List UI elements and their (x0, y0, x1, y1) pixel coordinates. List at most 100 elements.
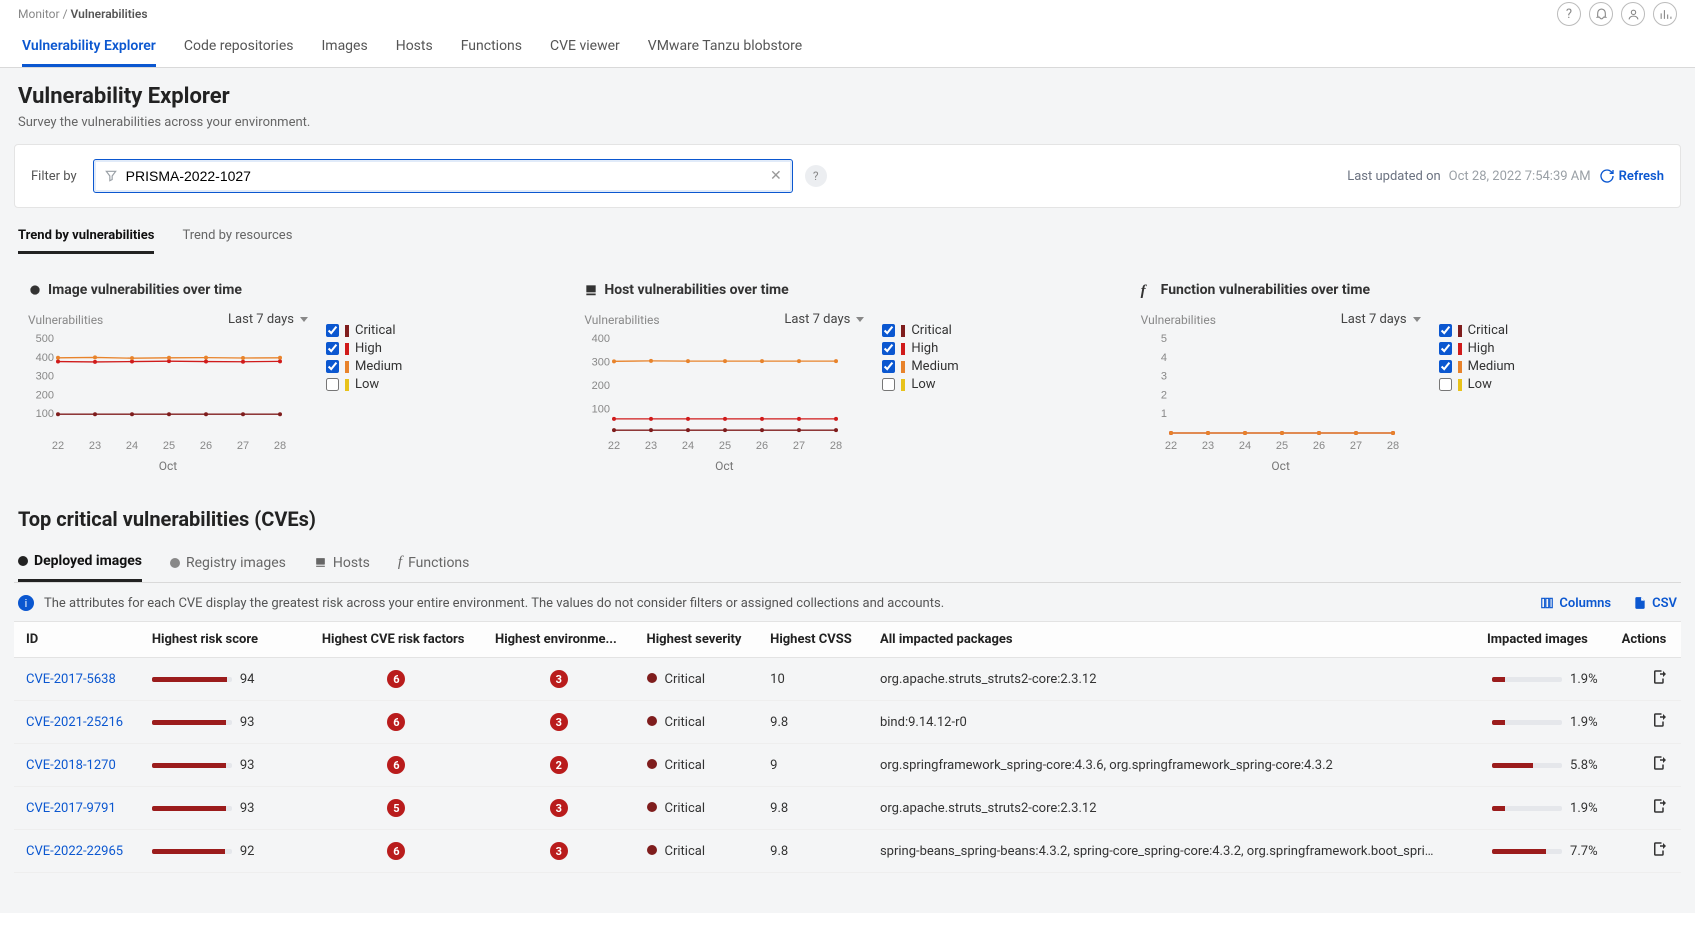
filter-box[interactable]: ✕ (93, 159, 793, 193)
row-actions[interactable] (1651, 718, 1669, 733)
filter-label: Filter by (31, 169, 77, 184)
legend-high[interactable] (882, 342, 895, 355)
refresh-icon (1599, 168, 1615, 184)
row-actions[interactable] (1651, 804, 1669, 819)
cve-link[interactable]: CVE-2021-25216 (26, 715, 123, 730)
svg-text:26: 26 (756, 440, 768, 452)
tab-hosts[interactable]: Hosts (396, 38, 433, 67)
refresh-button[interactable]: Refresh (1599, 168, 1664, 184)
svg-text:22: 22 (1165, 440, 1177, 452)
svg-text:25: 25 (163, 440, 175, 452)
svg-text:27: 27 (237, 440, 249, 452)
tab-vuln-explorer[interactable]: Vulnerability Explorer (22, 38, 156, 67)
severity: Critical (665, 844, 705, 859)
filter-help-icon[interactable]: ? (805, 165, 827, 187)
col-header[interactable]: Highest risk score (140, 622, 310, 658)
tab-registry-images[interactable]: Registry images (170, 547, 286, 582)
cve-risk-factor: 5 (387, 799, 405, 817)
analytics-icon[interactable] (1653, 2, 1677, 26)
env-risk-factor: 3 (550, 713, 568, 731)
tab-images[interactable]: Images (321, 38, 367, 67)
last-updated: Last updated on Oct 28, 2022 7:54:39 AM … (1347, 168, 1664, 184)
tab-cve-viewer[interactable]: CVE viewer (550, 38, 620, 67)
env-risk-factor: 3 (550, 670, 568, 688)
svg-text:27: 27 (793, 440, 805, 452)
cve-link[interactable]: CVE-2017-9791 (26, 801, 116, 816)
info-icon: i (18, 595, 34, 611)
trend-tabs: Trend by vulnerabilities Trend by resour… (14, 228, 1681, 254)
bell-icon[interactable] (1589, 2, 1613, 26)
col-header[interactable]: ID (14, 622, 140, 658)
tab-trend-res[interactable]: Trend by resources (182, 228, 292, 254)
chart-range-select[interactable]: Last 7 days (228, 312, 308, 327)
breadcrumb-root[interactable]: Monitor (18, 7, 60, 21)
chart-xlabel: Oct (28, 459, 308, 473)
tab-functions[interactable]: Functions (461, 38, 522, 67)
legend-medium[interactable] (882, 360, 895, 373)
col-header[interactable]: Impacted images (1475, 622, 1610, 658)
csv-button[interactable]: CSV (1633, 596, 1677, 611)
help-icon[interactable]: ? (1557, 2, 1581, 26)
chart-xlabel: Oct (1141, 459, 1421, 473)
tab-cve-functions[interactable]: f Functions (398, 547, 469, 582)
csv-icon (1633, 596, 1647, 610)
chart-range-select[interactable]: Last 7 days (784, 312, 864, 327)
row-actions[interactable] (1651, 675, 1669, 690)
legend-low[interactable] (882, 378, 895, 391)
table-row[interactable]: CVE-2018-1270 93 6 2 Critical 9 org.spri… (14, 744, 1681, 787)
cve-link[interactable]: CVE-2017-5638 (26, 672, 116, 687)
chart-range-select[interactable]: Last 7 days (1341, 312, 1421, 327)
severity: Critical (665, 758, 705, 773)
chart-legend: Critical High Medium Low (1439, 312, 1515, 473)
tab-trend-vuln[interactable]: Trend by vulnerabilities (18, 228, 154, 254)
table-row[interactable]: CVE-2017-9791 93 5 3 Critical 9.8 org.ap… (14, 787, 1681, 830)
legend-medium[interactable] (326, 360, 339, 373)
user-icon[interactable] (1621, 2, 1645, 26)
svg-text:24: 24 (682, 440, 694, 452)
svg-text:25: 25 (1276, 440, 1288, 452)
legend-critical[interactable] (326, 324, 339, 337)
image-icon (18, 556, 28, 566)
table-row[interactable]: CVE-2021-25216 93 6 3 Critical 9.8 bind:… (14, 701, 1681, 744)
svg-text:3: 3 (1161, 371, 1167, 383)
legend-high[interactable] (1439, 342, 1452, 355)
col-header[interactable]: Highest CVE risk factors (310, 622, 483, 658)
legend-critical[interactable] (1439, 324, 1452, 337)
col-header[interactable]: Highest severity (635, 622, 759, 658)
columns-button[interactable]: Columns (1540, 596, 1611, 611)
tab-cve-hosts[interactable]: Hosts (314, 547, 370, 582)
tab-deployed-images[interactable]: Deployed images (18, 547, 142, 582)
tab-tanzu[interactable]: VMware Tanzu blobstore (648, 38, 802, 67)
col-header[interactable]: Highest environme... (483, 622, 635, 658)
svg-text:200: 200 (592, 380, 610, 392)
legend-medium[interactable] (1439, 360, 1452, 373)
filter-input[interactable] (126, 168, 762, 184)
severity: Critical (665, 672, 705, 687)
svg-text:28: 28 (274, 440, 286, 452)
col-header[interactable]: All impacted packages (868, 622, 1475, 658)
chart-legend: Critical High Medium Low (326, 312, 402, 473)
col-header[interactable]: Highest CVSS (758, 622, 868, 658)
severity-dot (647, 845, 657, 855)
legend-low[interactable] (326, 378, 339, 391)
row-actions[interactable] (1651, 761, 1669, 776)
col-header[interactable]: Actions (1610, 622, 1681, 658)
chart-title: Function vulnerabilities over time (1161, 282, 1370, 298)
chart-ylabel: Vulnerabilities (1141, 313, 1216, 327)
row-actions[interactable] (1651, 847, 1669, 862)
legend-low[interactable] (1439, 378, 1452, 391)
cve-table: IDHighest risk scoreHighest CVE risk fac… (14, 621, 1681, 873)
legend-critical[interactable] (882, 324, 895, 337)
cve-link[interactable]: CVE-2018-1270 (26, 758, 116, 773)
table-row[interactable]: CVE-2022-22965 92 6 3 Critical 9.8 sprin… (14, 830, 1681, 873)
cvss: 9.8 (758, 830, 868, 873)
svg-text:200: 200 (36, 389, 54, 401)
tab-code-repos[interactable]: Code repositories (184, 38, 294, 67)
legend-high[interactable] (326, 342, 339, 355)
svg-text:26: 26 (200, 440, 212, 452)
cve-link[interactable]: CVE-2022-22965 (26, 844, 123, 859)
clear-filter-icon[interactable]: ✕ (770, 168, 782, 184)
table-row[interactable]: CVE-2017-5638 94 6 3 Critical 10 org.apa… (14, 658, 1681, 701)
cve-risk-factor: 6 (387, 756, 405, 774)
risk-score: 93 (152, 801, 298, 816)
